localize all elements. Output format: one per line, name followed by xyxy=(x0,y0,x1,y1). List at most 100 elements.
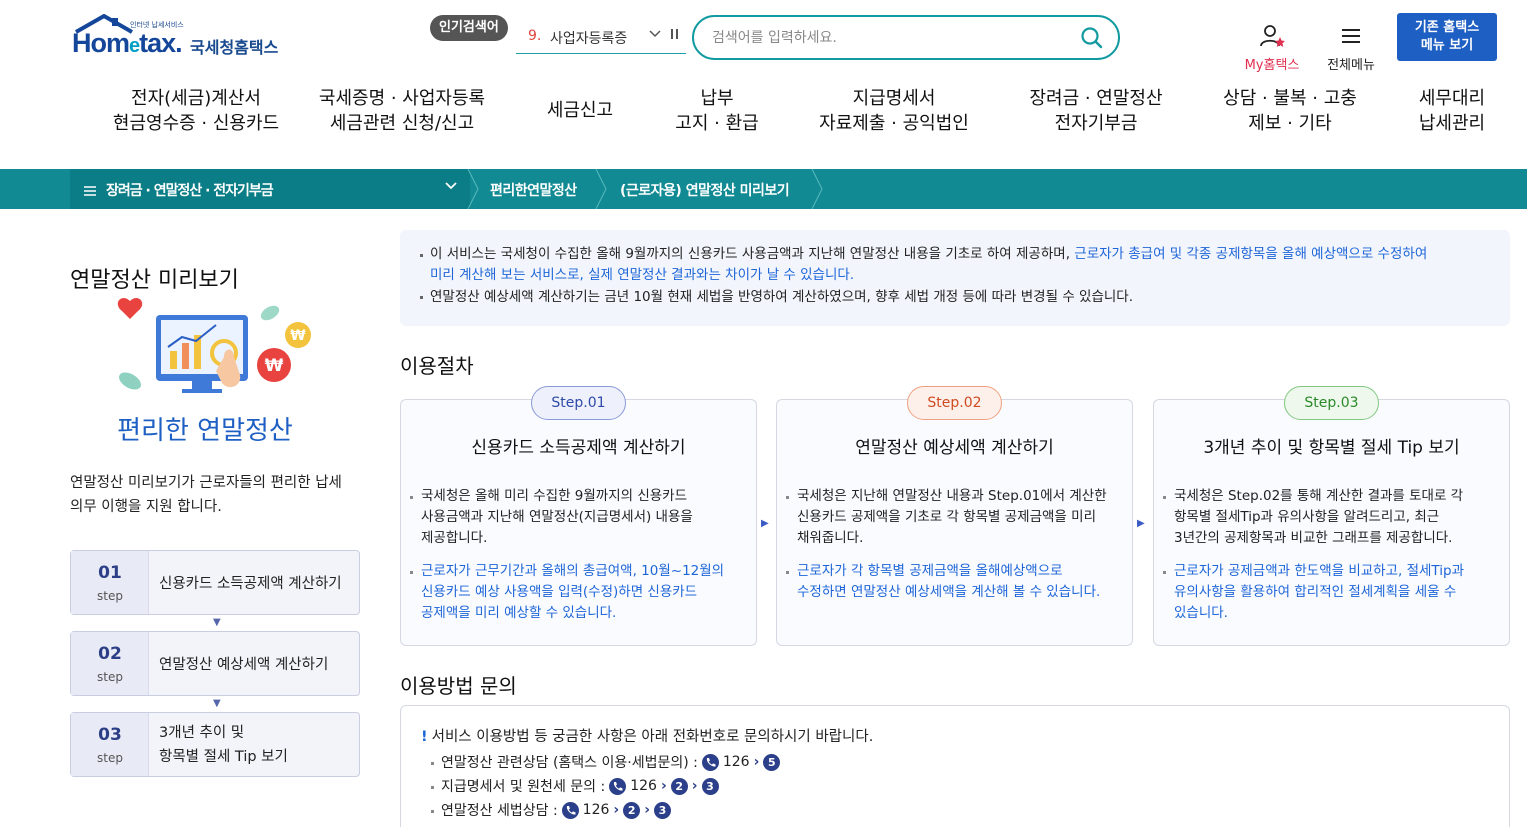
step-card-title: 3개년 추이 및 항목별 절세 Tip 보기 xyxy=(1203,438,1460,458)
svg-text:₩: ₩ xyxy=(290,328,306,344)
svg-text:₩: ₩ xyxy=(265,356,284,376)
arrow-down-icon: ▼ xyxy=(213,617,221,628)
step-label: 신용카드 소득공제액 계산하기 xyxy=(159,576,342,592)
phone-icon xyxy=(701,753,719,771)
arrow-right-icon: ▶ xyxy=(761,518,769,529)
step-number-box: 02 step xyxy=(71,632,149,695)
bullet xyxy=(420,296,423,299)
popular-search-badge: 인기검색어 xyxy=(430,15,508,41)
step-card-03: Step.03 3개년 추이 및 항목별 절세 Tip 보기 국세청은 Step… xyxy=(1153,386,1510,646)
popular-word[interactable]: 사업자등록증 xyxy=(550,28,627,48)
bullet xyxy=(1163,496,1166,499)
breadcrumb-depth2[interactable]: 편리한연말정산 xyxy=(490,180,577,200)
phone-icon xyxy=(609,777,627,795)
step-number-box: 03 step xyxy=(71,713,149,776)
old-menu-line1: 기존 홈택스 xyxy=(1414,20,1480,35)
key-badge: 2 xyxy=(670,777,688,795)
chevron-down-icon[interactable] xyxy=(444,178,458,196)
notice-box: 이 서비스는 국세청이 수집한 올해 9월까지의 신용카드 사용금액과 지난해 … xyxy=(400,230,1510,326)
step-card-note: 근로자가 공제금액과 한도액을 비교하고, 절세Tip과 유의사항을 활용하여 합… xyxy=(1174,563,1465,621)
step-card-desc: 국세청은 올해 미리 수집한 9월까지의 신용카드 사용금액과 지난해 연말정산(… xyxy=(421,488,693,546)
step-card-desc: 국세청은 Step.02를 통해 계산한 결과를 토대로 각 항목별 절세Tip과… xyxy=(1174,488,1464,546)
breadcrumb: 장려금 · 연말정산 · 전자기부금 편리한연말정산 (근로자용) 연말정산 미… xyxy=(0,169,1527,209)
notice-line2: 미리 계산해 보는 서비스로, 실제 연말정산 결과와는 차이가 날 수 있습니… xyxy=(430,267,855,283)
step-pill: Step.01 xyxy=(531,386,626,420)
notice-line1: 이 서비스는 국세청이 수집한 올해 9월까지의 신용카드 사용금액과 지난해 … xyxy=(430,246,1428,262)
logo-korean: 국세청홈택스 xyxy=(190,38,279,57)
exclamation-icon: ! xyxy=(421,729,428,745)
popular-rank: 9. xyxy=(528,28,542,44)
notice-line3: 연말정산 예상세액 계산하기는 금년 10월 현재 세법을 반영하여 계산하였으… xyxy=(430,289,1134,305)
old-hometax-menu-button[interactable]: 기존 홈택스 메뉴 보기 xyxy=(1397,13,1497,61)
arrow-right-icon: ▶ xyxy=(1137,518,1145,529)
inquiry-head: ! 서비스 이용방법 등 궁금한 사항은 아래 전화번호로 문의하시기 바랍니다. xyxy=(421,729,874,745)
gnb-item-consult[interactable]: 상담 · 불복 · 고충 제보 · 기타 xyxy=(1210,86,1370,136)
hometax-logo[interactable]: 인터넷 납세서비스 Hometax. 국세청홈택스 xyxy=(72,14,292,62)
inquiry-row: 지급명세서 및 원천세 문의 : 126 › 2 › 3 xyxy=(441,776,719,796)
gnb-item-payment[interactable]: 납부 고지 · 환급 xyxy=(657,86,777,136)
side-step-03[interactable]: 03 step 3개년 추이 및 항목별 절세 Tip 보기 xyxy=(70,712,360,777)
step-card-note: 근로자가 각 항목별 공제금액을 올해예상액으로 수정하면 연말정산 예상세액을 … xyxy=(797,563,1101,600)
step-card-title: 연말정산 예상세액 계산하기 xyxy=(855,438,1054,458)
side-title: 연말정산 미리보기 xyxy=(70,268,239,293)
gnb-item-certificate[interactable]: 국세증명 · 사업자등록 세금관련 신청/신고 xyxy=(302,86,502,136)
chevron-right-icon: › xyxy=(613,802,620,818)
bullet xyxy=(420,254,423,257)
my-hometax-button[interactable]: My홈택스 xyxy=(1238,24,1306,73)
gnb-item-tax-agent[interactable]: 세무대리 납세관리 xyxy=(1402,86,1502,136)
breadcrumb-separator-icon xyxy=(811,169,823,209)
chevron-right-icon: › xyxy=(660,778,667,794)
step-pill: Step.03 xyxy=(1284,386,1379,420)
inquiry-row: 연말정산 세법상담 : 126 › 2 › 3 xyxy=(441,800,671,820)
side-headline: 편리한 연말정산 xyxy=(117,416,293,446)
chevron-right-icon: › xyxy=(644,802,650,818)
phone-icon xyxy=(561,801,579,819)
step-card-02: Step.02 연말정산 예상세액 계산하기 국세청은 지난해 연말정산 내용과… xyxy=(776,386,1133,646)
gnb-item-incentive[interactable]: 장려금 · 연말정산 전자기부금 xyxy=(1016,86,1176,136)
key-badge: 3 xyxy=(653,801,671,819)
search-icon[interactable] xyxy=(1080,26,1104,50)
pause-icon[interactable] xyxy=(670,28,680,44)
bullet xyxy=(410,496,413,499)
step-card-title: 신용카드 소득공제액 계산하기 xyxy=(471,438,686,458)
gnb-item-tax-return[interactable]: 세금신고 xyxy=(520,98,640,123)
step-label: 3개년 추이 및 항목별 절세 Tip 보기 xyxy=(159,725,288,765)
all-menu-label: 전체메뉴 xyxy=(1327,58,1375,73)
step-card-desc: 국세청은 지난해 연말정산 내용과 Step.01에서 계산한 신용카드 공제액을… xyxy=(797,488,1107,546)
search-box xyxy=(692,15,1120,60)
logo-wordmark: Hometax. xyxy=(72,28,183,58)
monitor-chart-illustration: ₩ ₩ xyxy=(117,298,311,393)
menu-list-icon xyxy=(84,186,96,196)
inquiry-row: 연말정산 관련상담 (홈택스 이용·세법문의) : 126 › 5 xyxy=(441,752,781,772)
bullet xyxy=(1163,571,1166,574)
bullet xyxy=(786,571,789,574)
chevron-down-icon[interactable] xyxy=(648,26,662,44)
arrow-down-icon: ▼ xyxy=(213,698,221,709)
breadcrumb-depth1[interactable]: 장려금 · 연말정산 · 전자기부금 xyxy=(84,180,274,200)
side-step-02[interactable]: 02 step 연말정산 예상세액 계산하기 xyxy=(70,631,360,696)
bullet xyxy=(786,496,789,499)
bullet xyxy=(431,810,434,813)
all-menu-button[interactable]: 전체메뉴 xyxy=(1320,24,1382,73)
chevron-right-icon: › xyxy=(753,754,760,770)
key-badge: 2 xyxy=(623,801,641,819)
step-card-note: 근로자가 근무기간과 올해의 총급여액, 10월~12월의 신용카드 예상 사용액… xyxy=(421,563,725,621)
inquiry-box: ! 서비스 이용방법 등 궁금한 사항은 아래 전화번호로 문의하시기 바랍니다.… xyxy=(400,705,1510,827)
search-input[interactable] xyxy=(712,27,1062,49)
key-badge: 5 xyxy=(763,753,781,771)
gnb-item-payment-statement[interactable]: 지급명세서 자료제출 · 공익법인 xyxy=(804,86,984,136)
user-icon xyxy=(1260,25,1285,47)
step-pill: Step.02 xyxy=(907,386,1002,420)
procedure-title: 이용절차 xyxy=(400,354,474,378)
step-number-box: 01 step xyxy=(71,551,149,614)
bullet xyxy=(431,786,434,789)
gnb-item-invoice[interactable]: 전자(세금)계산서 현금영수증 · 신용카드 xyxy=(96,86,296,136)
chevron-right-icon: › xyxy=(691,778,698,794)
popular-search-ticker[interactable]: 9. 사업자등록증 xyxy=(516,20,686,54)
my-hometax-label: My홈택스 xyxy=(1244,58,1300,73)
side-description: 연말정산 미리보기가 근로자들의 편리한 납세 의무 이행을 지원 합니다. xyxy=(70,475,342,515)
breadcrumb-separator-icon xyxy=(467,169,479,209)
step-label: 연말정산 예상세액 계산하기 xyxy=(159,657,329,673)
side-step-01[interactable]: 01 step 신용카드 소득공제액 계산하기 xyxy=(70,550,360,615)
breadcrumb-depth3[interactable]: (근로자용) 연말정산 미리보기 xyxy=(620,180,790,200)
